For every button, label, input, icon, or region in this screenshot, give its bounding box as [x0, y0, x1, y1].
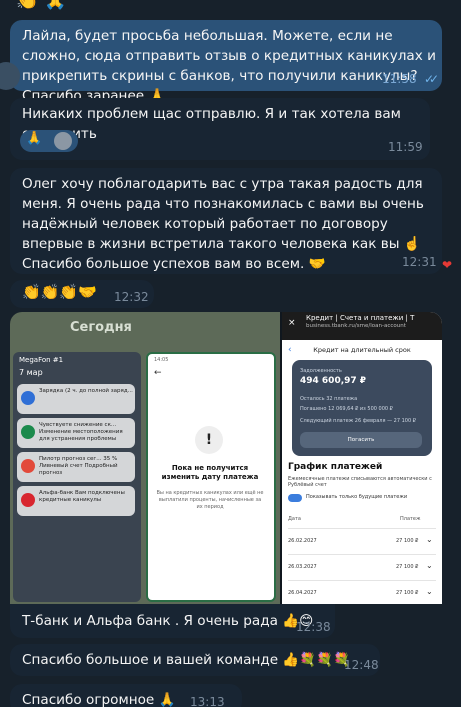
dialog-title: Пока не получится изменить дату платежа [161, 464, 259, 481]
photo-album[interactable]: Сегодня MegaFon #1 7 мар Зарядка (2 ч. д… [10, 312, 442, 604]
schedule-title: График платежей [288, 462, 383, 472]
top-emojis: 👏 🙏 [16, 0, 67, 11]
message-incoming[interactable]: 👏👏👏🤝 12:32 [10, 280, 154, 308]
notification-text: Альфа-банк Вам подключены кредитные кани… [39, 490, 125, 503]
notification: Альфа-банк Вам подключены кредитные кани… [17, 486, 135, 516]
screen-title: Кредит на длительный срок [313, 346, 411, 354]
next-payment: Следующий платеж 26 февраля — 27 100 ₽ [300, 418, 416, 424]
notification-icon [21, 391, 35, 405]
page-url: business.tbank.ru/sme/loan-account [306, 323, 406, 329]
message-time: 12:48 [344, 658, 379, 672]
carrier-label: MegaFon #1 [19, 356, 64, 364]
message-text: 👏👏👏🤝 [22, 283, 97, 301]
message-text: Никаких проблем щас отправлю. Я и так хо… [22, 106, 401, 142]
notification-text: Зарядка (2 ч. до полной заряд... [39, 388, 133, 394]
pay-button: Погасить [300, 432, 422, 448]
message-time: 12:32 [114, 290, 149, 304]
row-amount: 27 100 ₽ [396, 590, 419, 596]
message-text: Спасибо огромное 🙏 [22, 692, 176, 707]
message-text: Спасибо большое и вашей команде 👍💐💐💐 [22, 652, 351, 668]
table-row: 26.02.2027 27 100 ₽ ⌄ [288, 528, 436, 554]
toggle-label: Показывать только будущие платежи [306, 494, 408, 500]
notification-icon [21, 493, 35, 507]
pray-icon: 🙏 [26, 131, 43, 146]
notification: Пилотр прогноз сег... 35 % Ливневый счет… [17, 452, 135, 482]
lock-date: 7 мар [19, 368, 43, 377]
status-time: 14:05 [154, 357, 169, 363]
row-amount: 27 100 ₽ [396, 564, 419, 570]
row-date: 26.04.2027 [288, 590, 317, 596]
schedule-subtitle: Ежемесячные платежи списываются автомати… [288, 476, 432, 488]
message-text: Лайла, будет просьба небольшая. Можете, … [22, 28, 436, 104]
message-text: Т-банк и Альфа банк . Я очень рада 👍😊 [22, 613, 314, 629]
debt-label: Задолженность [300, 368, 342, 374]
notification-icon [21, 425, 35, 439]
reaction-chip[interactable]: 🙏 [20, 130, 78, 152]
back-arrow-icon: ← [154, 368, 162, 378]
message-outgoing[interactable]: Лайла, будет просьба небольшая. Можете, … [10, 20, 442, 104]
read-check-icon: ✓✓ [424, 72, 439, 86]
reactor-avatar [54, 132, 72, 150]
notification: Зарядка (2 ч. до полной заряд... [17, 384, 135, 414]
loan-card: Задолженность 494 600,97 ₽ Осталось 32 п… [292, 360, 432, 456]
row-date: 26.03.2027 [288, 564, 317, 570]
photo-screenshot-2[interactable]: × Кредит | Счета и платежи | Т business.… [282, 312, 442, 604]
row-amount: 27 100 ₽ [396, 538, 419, 544]
future-toggle [288, 494, 302, 502]
table-row: 26.03.2027 27 100 ₽ ⌄ [288, 554, 436, 580]
message-incoming[interactable]: Олег хочу поблагодарить вас с утра такая… [10, 168, 442, 274]
heart-reaction-icon: ❤ [442, 258, 453, 272]
message-time: 11:58 [382, 72, 417, 86]
message-incoming[interactable]: Спасибо огромное 🙏 13:13 [10, 684, 242, 707]
browser-bar: × Кредит | Счета и платежи | Т business.… [282, 312, 442, 340]
page-title: Кредит | Счета и платежи | Т [306, 314, 415, 322]
tab-close-icon: × [288, 318, 296, 328]
message-time: 12:31 [402, 255, 437, 269]
message-incoming[interactable]: Т-банк и Альфа банк . Я очень рада 👍😊 12… [10, 604, 335, 638]
message-incoming[interactable]: Никаких проблем щас отправлю. Я и так хо… [10, 98, 430, 160]
chevron-down-icon: ⌄ [426, 587, 433, 596]
row-date: 26.02.2027 [288, 538, 317, 544]
notification-icon [21, 459, 35, 473]
message-time: 11:59 [388, 140, 423, 154]
dialog-screenshot: 14:05 ← ! Пока не получится изменить дат… [146, 352, 276, 602]
back-chevron-icon: ‹ [288, 345, 292, 355]
paid-amount: Погашено 12 069,64 ₽ из 500 000 ₽ [300, 406, 393, 412]
message-incoming[interactable]: Спасибо большое и вашей команде 👍💐💐💐 12:… [10, 644, 380, 676]
message-time: 12:38 [296, 620, 331, 634]
notification-text: Пилотр прогноз сег... 35 % Ливневый счет… [39, 456, 118, 476]
message-time: 13:13 [190, 695, 225, 707]
dialog-body: Вы на кредитных каникулах или ещё не вып… [156, 490, 264, 510]
debt-value: 494 600,97 ₽ [300, 376, 367, 386]
payments-left: Осталось 32 платежа [300, 396, 358, 402]
lockscreen-screenshot: MegaFon #1 7 мар Зарядка (2 ч. до полной… [13, 352, 141, 602]
notification-text: Чувствуете снижение ск... Изменение мест… [39, 422, 123, 442]
screen-header: ‹ Кредит на длительный срок [282, 340, 442, 360]
message-text: Олег хочу поблагодарить вас с утра такая… [22, 176, 424, 272]
warning-icon: ! [195, 426, 223, 454]
photo-screenshot-1[interactable]: Сегодня MegaFon #1 7 мар Зарядка (2 ч. д… [10, 312, 280, 604]
table-row: 26.04.2027 27 100 ₽ ⌄ [288, 580, 436, 604]
col-payment: Платеж [400, 516, 421, 522]
chevron-down-icon: ⌄ [426, 561, 433, 570]
date-label: Сегодня [70, 320, 132, 335]
chevron-down-icon: ⌄ [426, 535, 433, 544]
notification: Чувствуете снижение ск... Изменение мест… [17, 418, 135, 448]
col-date: Дата [288, 516, 301, 522]
